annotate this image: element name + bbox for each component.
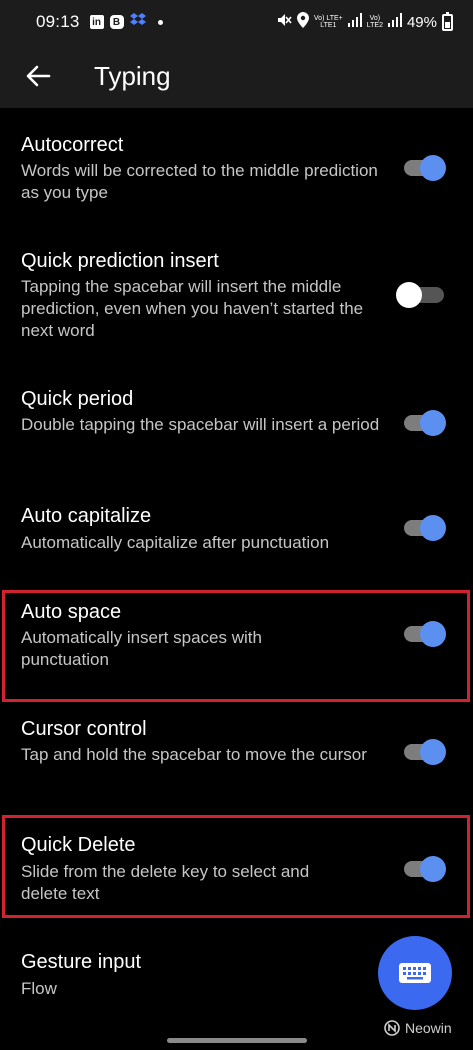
battery-percent: 49% xyxy=(406,13,437,31)
setting-autocorrect[interactable]: Autocorrect Words will be corrected to t… xyxy=(0,125,473,225)
setting-title: Quick Delete xyxy=(21,834,136,856)
setting-title: Cursor control xyxy=(21,718,147,740)
status-bar: 09:13 in B Vo) LTE+ LTE1 Vo) LTE2 49% xyxy=(0,0,473,44)
linkedin-icon: in xyxy=(89,15,104,29)
auto-capitalize-toggle[interactable] xyxy=(404,512,448,542)
b-icon: B xyxy=(109,15,124,29)
back-arrow-icon xyxy=(26,65,51,87)
quick-prediction-insert-toggle[interactable] xyxy=(396,279,448,309)
setting-auto-capitalize[interactable]: Auto capitalize Automatically capitalize… xyxy=(0,497,473,577)
neowin-watermark: Neowin xyxy=(384,1020,452,1036)
lte2-label: Vo) LTE2 xyxy=(366,15,383,29)
setting-quick-prediction-insert[interactable]: Quick prediction insert Tapping the spac… xyxy=(0,240,473,360)
app-bar: Typing xyxy=(0,44,473,108)
setting-title: Quick period xyxy=(21,388,134,410)
setting-description: Tapping the spacebar will insert the mid… xyxy=(21,277,364,340)
location-icon xyxy=(296,12,309,32)
setting-description: Tap and hold the spacebar to move the cu… xyxy=(21,745,367,764)
status-time: 09:13 xyxy=(36,12,80,31)
setting-description: Slide from the delete key to select and … xyxy=(21,862,310,903)
dropbox-icon xyxy=(129,12,146,32)
setting-description: Automatically insert spaces with punctua… xyxy=(21,628,262,669)
signal-icon-2 xyxy=(387,13,402,31)
setting-title: Auto space xyxy=(21,601,122,623)
notification-dot-icon xyxy=(157,19,163,25)
neowin-logo-icon xyxy=(384,1020,400,1036)
cursor-control-toggle[interactable] xyxy=(404,736,448,766)
setting-title: Gesture input xyxy=(21,951,142,973)
setting-quick-period[interactable]: Quick period Double tapping the spacebar… xyxy=(0,380,473,480)
setting-description: Words will be corrected to the middle pr… xyxy=(21,161,378,202)
lte1-label: Vo) LTE+ LTE1 xyxy=(313,15,343,29)
setting-description: Flow xyxy=(21,979,57,998)
home-indicator[interactable] xyxy=(167,1038,307,1043)
signal-icon-1 xyxy=(347,13,362,31)
setting-description: Double tapping the spacebar will insert … xyxy=(21,415,380,434)
quick-period-toggle[interactable] xyxy=(404,407,448,437)
keyboard-icon xyxy=(399,963,431,983)
setting-cursor-control[interactable]: Cursor control Tap and hold the spacebar… xyxy=(0,708,473,808)
page-title: Typing xyxy=(94,60,171,91)
setting-title: Autocorrect xyxy=(21,134,124,156)
back-button[interactable] xyxy=(18,56,58,96)
autocorrect-toggle[interactable] xyxy=(404,152,448,182)
mute-icon xyxy=(276,12,292,32)
setting-auto-space[interactable]: Auto space Automatically insert spaces w… xyxy=(0,592,473,692)
battery-icon xyxy=(442,11,453,31)
setting-title: Quick prediction insert xyxy=(21,250,219,272)
quick-delete-toggle[interactable] xyxy=(404,853,448,883)
auto-space-toggle[interactable] xyxy=(404,618,448,648)
setting-description: Automatically capitalize after punctuati… xyxy=(21,533,330,552)
keyboard-fab-button[interactable] xyxy=(378,936,452,1010)
setting-title: Auto capitalize xyxy=(21,505,152,527)
setting-quick-delete[interactable]: Quick Delete Slide from the delete key t… xyxy=(0,825,473,920)
watermark-text: Neowin xyxy=(405,1020,452,1036)
